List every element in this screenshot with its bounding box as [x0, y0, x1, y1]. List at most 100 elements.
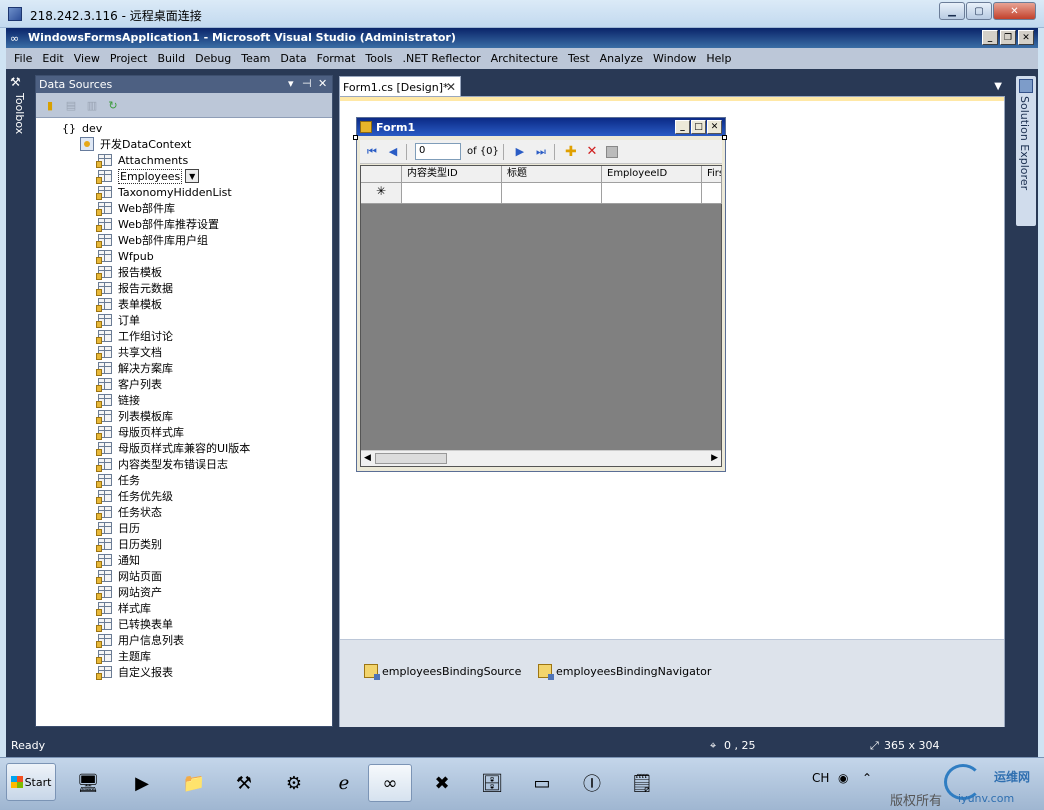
tree-table-item[interactable]: 链接: [96, 392, 140, 408]
tree-table-item[interactable]: 报告模板: [96, 264, 162, 280]
grid-new-row[interactable]: ✳: [361, 183, 722, 204]
tree-table-item[interactable]: 内容类型发布错误日志: [96, 456, 228, 472]
move-last-icon[interactable]: ⏭: [532, 143, 550, 161]
vs-close-button[interactable]: ✕: [1018, 30, 1034, 45]
configure-dataset-icon[interactable]: ▥: [84, 97, 100, 113]
tree-table-item[interactable]: 自定义报表: [96, 664, 173, 680]
tree-table-item[interactable]: 日历类别: [96, 536, 162, 552]
explorer-icon[interactable]: 📁: [172, 764, 216, 802]
menu-view[interactable]: View: [69, 52, 105, 65]
tray-chevron-icon[interactable]: ⌃: [862, 771, 872, 785]
tree-table-item[interactable]: Web部件库: [96, 200, 175, 216]
database-icon[interactable]: 🗄: [470, 764, 514, 802]
tab-close-icon[interactable]: ✕: [446, 80, 456, 94]
tree-table-item[interactable]: 任务优先级: [96, 488, 173, 504]
tab-form1-design[interactable]: Form1.cs [Design]* ✕: [339, 76, 461, 97]
toolbox-tab[interactable]: ⚒ Toolbox: [6, 69, 28, 169]
ime-icon[interactable]: ◉: [838, 771, 848, 785]
visual-studio-icon[interactable]: ∞: [368, 764, 412, 802]
pin-icon[interactable]: ⊣: [302, 77, 312, 90]
scroll-thumb[interactable]: [375, 453, 447, 464]
refresh-icon[interactable]: ↻: [105, 97, 121, 113]
tree-table-item[interactable]: 解决方案库: [96, 360, 173, 376]
grid-cell[interactable]: [702, 183, 722, 204]
tree-table-item[interactable]: 网站页面: [96, 568, 162, 584]
tree-table-item[interactable]: Wfpub: [96, 248, 154, 264]
tree-table-item[interactable]: 日历: [96, 520, 140, 536]
tree-table-item[interactable]: 样式库: [96, 600, 151, 616]
position-input[interactable]: 0: [415, 143, 461, 160]
close-button[interactable]: ✕: [993, 2, 1036, 20]
control-type-dropdown-icon[interactable]: ▼: [185, 169, 200, 183]
tree-table-item[interactable]: 列表模板库: [96, 408, 173, 424]
tree-table-item[interactable]: 网站资产: [96, 584, 162, 600]
tree-table-item[interactable]: Attachments: [96, 152, 188, 168]
tree-table-item[interactable]: 客户列表: [96, 376, 162, 392]
form-maximize-button[interactable]: □: [691, 120, 706, 134]
form-close-button[interactable]: ✕: [707, 120, 722, 134]
minimize-button[interactable]: ▁: [939, 2, 965, 20]
form-minimize-button[interactable]: _: [675, 120, 690, 134]
notepad-icon[interactable]: 🗒: [620, 764, 664, 802]
tree-table-item[interactable]: 共享文档: [96, 344, 162, 360]
vs-restore-button[interactable]: ❐: [1000, 30, 1016, 45]
scroll-left-icon[interactable]: ◀: [364, 453, 371, 463]
solution-explorer-tab[interactable]: Solution Explorer: [1016, 76, 1036, 226]
add-data-source-icon[interactable]: ▮: [42, 97, 58, 113]
grid-column-header[interactable]: 标题: [502, 166, 602, 183]
tree-table-item[interactable]: 母版页样式库兼容的UI版本: [96, 440, 250, 456]
grid-column-header[interactable]: EmployeeID: [602, 166, 702, 183]
menu-format[interactable]: Format: [312, 52, 361, 65]
tools-icon[interactable]: ⚒: [222, 764, 266, 802]
command-prompt-icon[interactable]: ▭: [520, 764, 564, 802]
selection-handle[interactable]: [353, 135, 358, 140]
tree-table-item[interactable]: Employees ▼: [96, 168, 200, 184]
tree-table-item[interactable]: 用户信息列表: [96, 632, 184, 648]
start-button[interactable]: Start: [6, 763, 56, 801]
settings-icon[interactable]: ⚙: [272, 764, 316, 802]
panel-dropdown-icon[interactable]: ▾: [288, 77, 294, 90]
menu-project[interactable]: Project: [105, 52, 153, 65]
save-icon[interactable]: [605, 145, 618, 158]
scroll-right-icon[interactable]: ▶: [711, 453, 718, 463]
grid-column-header[interactable]: Firs: [702, 166, 722, 183]
menu-data[interactable]: Data: [275, 52, 311, 65]
employees-data-grid[interactable]: 内容类型ID 标题 EmployeeID Firs ✳ ◀ ▶: [360, 165, 722, 467]
tree-table-item[interactable]: 已转换表单: [96, 616, 173, 632]
tree-table-item[interactable]: Web部件库推荐设置: [96, 216, 219, 232]
panel-close-icon[interactable]: ✕: [318, 77, 327, 90]
selection-handle[interactable]: [722, 135, 727, 140]
menu-net-reflector[interactable]: .NET Reflector: [398, 52, 486, 65]
tree-table-item[interactable]: 任务状态: [96, 504, 162, 520]
tree-table-item[interactable]: 订单: [96, 312, 140, 328]
menu-help[interactable]: Help: [701, 52, 736, 65]
infopath-icon[interactable]: Ⓘ: [570, 764, 614, 802]
move-previous-icon[interactable]: ◀: [384, 143, 402, 161]
menu-debug[interactable]: Debug: [190, 52, 236, 65]
tree-table-item[interactable]: 主题库: [96, 648, 151, 664]
grid-column-header[interactable]: 内容类型ID: [402, 166, 502, 183]
tree-table-item[interactable]: TaxonomyHiddenList: [96, 184, 232, 200]
menu-analyze[interactable]: Analyze: [595, 52, 648, 65]
move-first-icon[interactable]: ⏮: [363, 143, 381, 161]
menu-architecture[interactable]: Architecture: [486, 52, 563, 65]
tree-datacontext[interactable]: 开发DataContext: [80, 136, 191, 152]
tree-root-dev[interactable]: {} dev: [62, 120, 102, 136]
menu-tools[interactable]: Tools: [360, 52, 397, 65]
menu-test[interactable]: Test: [563, 52, 595, 65]
menu-file[interactable]: File: [6, 52, 37, 65]
tree-table-item[interactable]: 表单模板: [96, 296, 162, 312]
sharepoint-tools-icon[interactable]: ✖: [420, 764, 464, 802]
grid-cell[interactable]: [502, 183, 602, 204]
menu-edit[interactable]: Edit: [37, 52, 68, 65]
delete-icon[interactable]: ✕: [583, 143, 601, 161]
tree-table-item[interactable]: Web部件库用户组: [96, 232, 208, 248]
form1-window[interactable]: Form1 _ □ ✕ ⏮ ◀ 0 of {0} ▶ ⏭ ✚ ✕ 内容类型ID …: [356, 117, 726, 472]
tray-binding-navigator[interactable]: employeesBindingNavigator: [538, 664, 711, 680]
tree-table-item[interactable]: 通知: [96, 552, 140, 568]
edit-dataset-icon[interactable]: ▤: [63, 97, 79, 113]
menu-build[interactable]: Build: [152, 52, 190, 65]
server-manager-icon[interactable]: 🖥: [66, 764, 110, 802]
tray-binding-source[interactable]: employeesBindingSource: [364, 664, 521, 680]
tree-table-item[interactable]: 工作组讨论: [96, 328, 173, 344]
